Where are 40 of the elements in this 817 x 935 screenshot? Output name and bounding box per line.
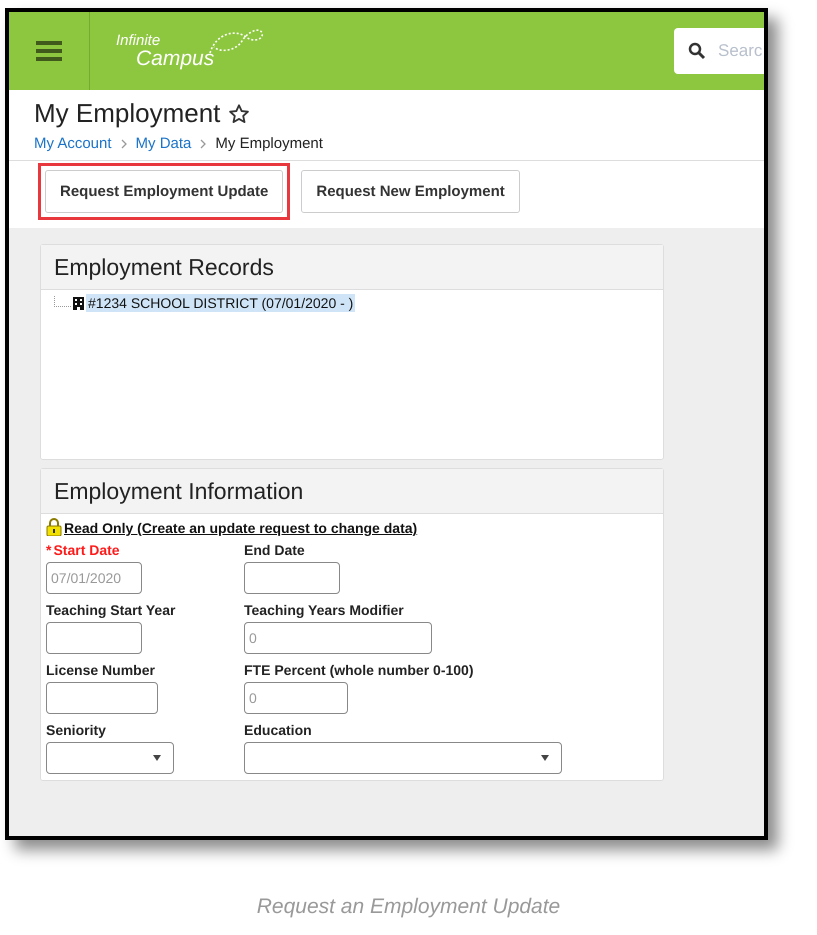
field-label: Seniority xyxy=(46,722,106,738)
panel-title: Employment Information xyxy=(54,478,304,504)
breadcrumb-link[interactable]: My Data xyxy=(136,135,192,152)
logo-text: Infinite xyxy=(116,33,162,48)
text-field[interactable]: 0 xyxy=(244,682,348,714)
search-icon xyxy=(688,42,706,60)
tree-connector-icon xyxy=(53,296,71,310)
field-label: FTE Percent (whole number 0-100) xyxy=(244,662,474,678)
dropdown-field[interactable] xyxy=(46,742,174,774)
field-label: Education xyxy=(244,722,312,738)
caret-icon xyxy=(153,755,161,761)
tree-item[interactable]: #1234 SCHOOL DISTRICT (07/01/2020 - ) xyxy=(86,294,356,312)
building-icon xyxy=(73,296,84,310)
dropdown-field[interactable] xyxy=(244,742,562,774)
page-title: My Employment xyxy=(34,98,220,129)
field-label: License Number xyxy=(46,662,155,678)
field-label: *Start Date xyxy=(46,542,120,558)
chevron-icon xyxy=(199,138,208,148)
padlock-icon xyxy=(46,518,62,536)
star-icon[interactable] xyxy=(228,102,250,124)
figure-caption: Request an Employment Update xyxy=(256,895,562,919)
logo-text: Campus xyxy=(136,48,214,69)
request-button[interactable]: Request Employment Update xyxy=(45,170,284,213)
chevron-icon xyxy=(120,138,128,148)
field-label: Teaching Start Year xyxy=(46,602,176,618)
text-field[interactable] xyxy=(46,622,142,654)
text-field[interactable] xyxy=(244,562,340,594)
field-label: End Date xyxy=(244,542,305,558)
menu-icon xyxy=(36,40,62,62)
breadcrumb-current: My Employment xyxy=(215,135,323,152)
read-only-link[interactable]: Read Only (Create an update request to change data) xyxy=(64,520,418,536)
breadcrumb-link[interactable]: My Account xyxy=(34,135,112,152)
search-field[interactable]: Searc xyxy=(674,28,764,74)
field-label: Teaching Years Modifier xyxy=(244,602,404,618)
panel-title: Employment Records xyxy=(54,254,274,280)
text-field[interactable] xyxy=(46,682,158,714)
request-button[interactable]: Request New Employment xyxy=(301,170,520,213)
text-field[interactable]: 07/01/2020 xyxy=(46,562,142,594)
text-field[interactable]: 0 xyxy=(244,622,432,654)
caret-icon xyxy=(541,755,549,761)
